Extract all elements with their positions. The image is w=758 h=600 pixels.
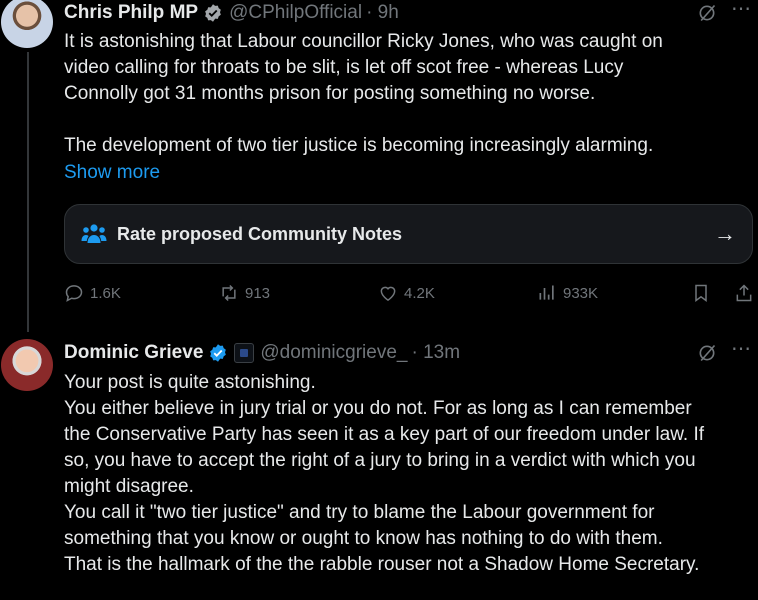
repost-count: 913: [245, 284, 271, 302]
tweet1-action-bar: 1.6K 913 4.2K 933K: [64, 283, 758, 307]
tweet2-top-actions: ⋯: [697, 339, 752, 363]
share-icon: [736, 284, 752, 302]
tweet1-author-name[interactable]: Chris Philp MP: [64, 2, 198, 24]
bookmark-button[interactable]: [691, 283, 711, 303]
tweet2-text: Your post is quite astonishing. You eith…: [64, 372, 704, 575]
repost-icon: [222, 284, 236, 302]
affiliate-badge-icon[interactable]: [234, 343, 255, 363]
show-more-link[interactable]: Show more: [64, 162, 160, 184]
share-button[interactable]: [734, 283, 754, 303]
grok-icon[interactable]: [697, 343, 717, 363]
verified-badge-icon: [210, 344, 227, 362]
avatar-dominic-grieve[interactable]: [1, 339, 53, 391]
tweet1-handle[interactable]: @CPhilpOfficial: [229, 2, 362, 24]
reply-button[interactable]: 1.6K: [64, 283, 121, 303]
tweet2-time[interactable]: · 13m: [411, 342, 460, 364]
bookmark-icon: [695, 284, 707, 302]
tweet2-header: Dominic Grieve @dominicgrieve_ · 13m: [64, 342, 460, 364]
repost-button[interactable]: 913: [219, 283, 270, 303]
community-notes-people-icon: [81, 224, 107, 243]
more-options-icon[interactable]: ⋯: [731, 0, 752, 19]
verified-badge-icon: [205, 4, 221, 22]
tweet1-top-actions: ⋯: [697, 0, 752, 23]
tweet1-header: Chris Philp MP @CPhilpOfficial · 9h: [64, 2, 399, 24]
grok-icon[interactable]: [697, 3, 717, 23]
views-button[interactable]: 933K: [537, 283, 598, 303]
heart-icon: [380, 286, 396, 301]
tweet2-handle[interactable]: @dominicgrieve_: [260, 342, 407, 364]
arrow-right-icon: →: [714, 221, 736, 246]
thread-connector-line: [27, 52, 29, 332]
tweet1-text-paragraph-2: The development of two tier justice is b…: [64, 135, 654, 156]
tweet1-text-paragraph-1: It is astonishing that Labour councillor…: [64, 31, 663, 104]
views-chart-icon: [539, 285, 554, 300]
like-button[interactable]: 4.2K: [378, 283, 435, 303]
more-options-icon[interactable]: ⋯: [731, 339, 752, 359]
tweet2-author-name[interactable]: Dominic Grieve: [64, 342, 203, 364]
like-count: 4.2K: [404, 284, 435, 302]
reply-count: 1.6K: [90, 284, 121, 302]
views-count: 933K: [563, 284, 599, 302]
community-notes-label: Rate proposed Community Notes: [117, 223, 403, 244]
community-notes-button[interactable]: Rate proposed Community Notes →: [64, 204, 753, 264]
tweet1-time[interactable]: · 9h: [366, 2, 399, 24]
avatar-chris-philp[interactable]: [1, 0, 53, 48]
reply-icon: [65, 285, 83, 302]
